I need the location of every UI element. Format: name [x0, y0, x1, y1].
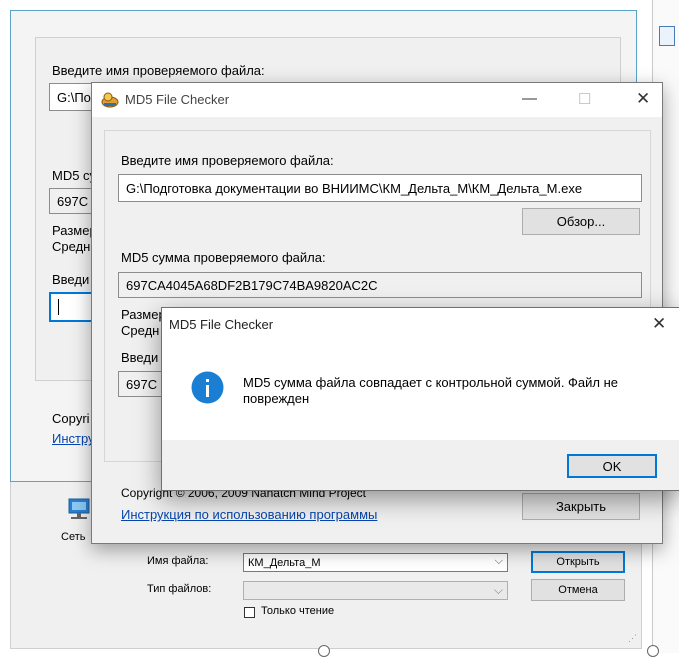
copyright-text: Copyri	[52, 411, 90, 426]
selection-handle[interactable]	[647, 645, 659, 657]
md5-value-field: 697CA4045A68DF2B179C74BA9820AC2C	[118, 272, 642, 298]
information-icon	[191, 371, 224, 404]
size-label: Размер	[52, 223, 97, 238]
close-icon[interactable]: ✕	[652, 315, 666, 332]
file-label: Введите имя проверяемого файла:	[121, 153, 334, 168]
enter-label: Введи	[121, 350, 159, 365]
chevron-down-icon[interactable]: ⌵	[495, 555, 503, 568]
chevron-down-icon[interactable]: ⌵	[494, 583, 503, 598]
title-bar[interactable]: MD5 File Checker — ☐ ✕	[92, 83, 662, 117]
instructions-link[interactable]: Инструкция по использованию программы	[121, 507, 377, 522]
enter-label: Введи	[52, 272, 90, 287]
ok-button[interactable]: OK	[567, 454, 657, 478]
filename-value: КМ_Дельта_М	[248, 557, 321, 569]
text-cursor	[58, 299, 59, 315]
resize-grip-icon[interactable]: ⋰	[628, 633, 637, 644]
open-button[interactable]: Открыть	[531, 551, 625, 573]
minimize-icon[interactable]: —	[522, 91, 537, 106]
message-box-title: MD5 File Checker	[169, 317, 274, 332]
avg-label: Средн	[52, 239, 91, 254]
selection-handle[interactable]	[318, 645, 330, 657]
instructions-link[interactable]: Инстру	[52, 431, 95, 446]
filetype-select[interactable]: ⌵	[243, 581, 508, 600]
close-button[interactable]: Закрыть	[522, 493, 640, 520]
filename-input[interactable]: КМ_Дельта_М ⌵	[243, 553, 508, 572]
filetype-label: Тип файлов:	[147, 583, 212, 595]
app-icon	[101, 92, 119, 108]
document-icon	[659, 26, 675, 46]
readonly-label: Только чтение	[261, 605, 335, 617]
size-label: Размер	[121, 307, 166, 322]
close-icon[interactable]: ✕	[636, 90, 650, 107]
file-label: Введите имя проверяемого файла:	[52, 63, 265, 78]
window-title: MD5 File Checker	[125, 92, 230, 107]
md5-label: MD5 сумма проверяемого файла:	[121, 250, 326, 265]
filename-label: Имя файла:	[147, 555, 209, 567]
avg-label: Средн	[121, 323, 160, 338]
message-text: MD5 сумма файла совпадает с контрольной …	[243, 375, 619, 406]
maximize-icon[interactable]: ☐	[578, 92, 591, 107]
sidebar-item-network[interactable]: Сеть	[61, 531, 85, 543]
md5-label: MD5 су	[52, 168, 97, 183]
browse-button[interactable]: Обзор...	[522, 208, 640, 235]
message-box: MD5 File Checker ✕ MD5 сумма файла совпа…	[161, 307, 679, 491]
cancel-button[interactable]: Отмена	[531, 579, 625, 601]
readonly-checkbox[interactable]	[244, 607, 255, 618]
file-path-input[interactable]: G:\Подготовка документации во ВНИИМС\КМ_…	[118, 174, 642, 202]
